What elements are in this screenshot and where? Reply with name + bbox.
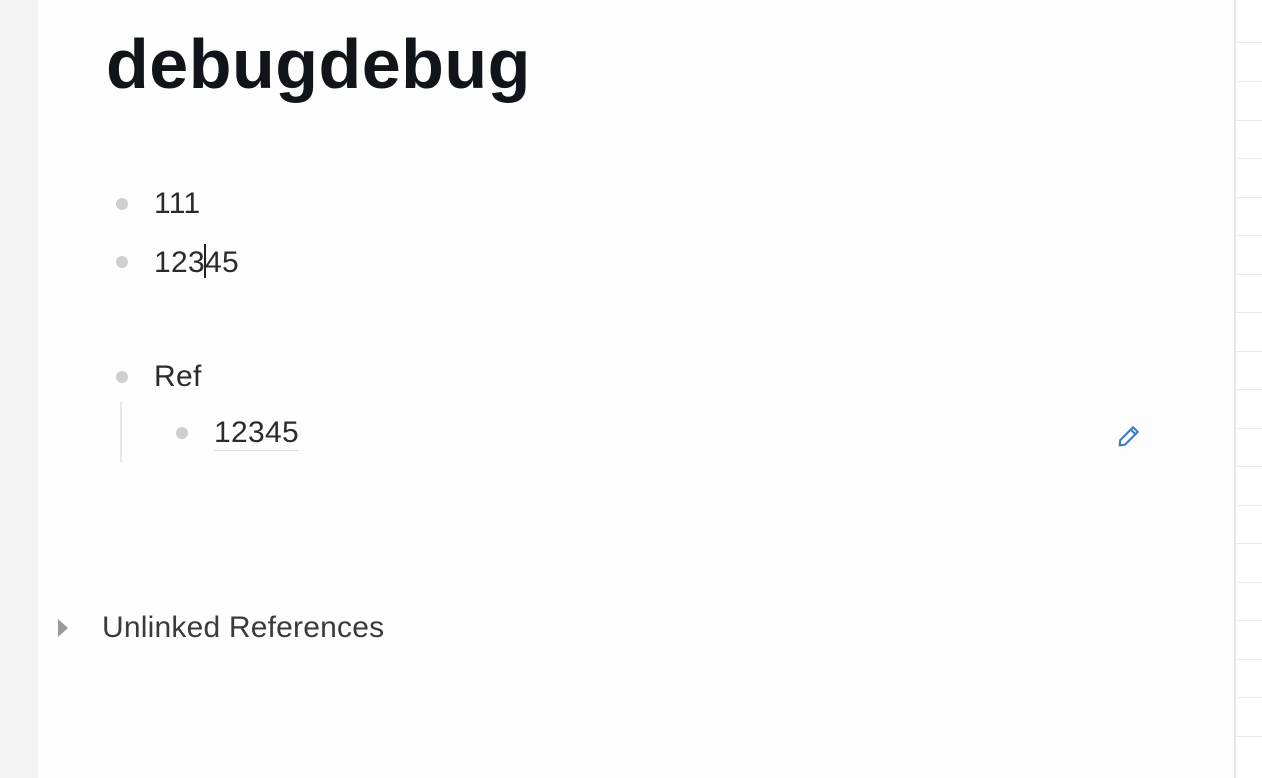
page-editor: debugdebug 111 12345 Ref 12345 Unlinked …: [38, 0, 1234, 778]
block-text[interactable]: Ref: [154, 360, 202, 394]
right-sidebar-edge: [1234, 0, 1262, 778]
left-sidebar-edge: [0, 0, 38, 778]
block-reference-text[interactable]: 12345: [214, 416, 299, 451]
text-after-caret: 45: [204, 246, 239, 279]
bullet-icon[interactable]: [116, 256, 128, 268]
bullet-icon[interactable]: [116, 371, 128, 383]
pencil-icon[interactable]: [1115, 422, 1143, 450]
block-item-editing[interactable]: 12345: [116, 242, 239, 282]
block-reference-child[interactable]: 12345: [176, 413, 299, 453]
unlinked-references-toggle[interactable]: Unlinked References: [58, 606, 384, 650]
block-item[interactable]: 111: [116, 184, 201, 224]
bullet-icon[interactable]: [116, 198, 128, 210]
block-editor[interactable]: 12345: [154, 244, 239, 280]
children-guide-line: [120, 402, 122, 462]
unlinked-references-label[interactable]: Unlinked References: [102, 611, 384, 645]
chevron-right-icon[interactable]: [58, 619, 68, 637]
block-item[interactable]: Ref: [116, 357, 202, 397]
text-before-caret: 123: [154, 246, 205, 279]
block-text[interactable]: 111: [154, 187, 201, 221]
bullet-icon[interactable]: [176, 427, 188, 439]
page-title[interactable]: debugdebug: [106, 22, 531, 106]
app-window: debugdebug 111 12345 Ref 12345 Unlinked …: [0, 0, 1262, 778]
